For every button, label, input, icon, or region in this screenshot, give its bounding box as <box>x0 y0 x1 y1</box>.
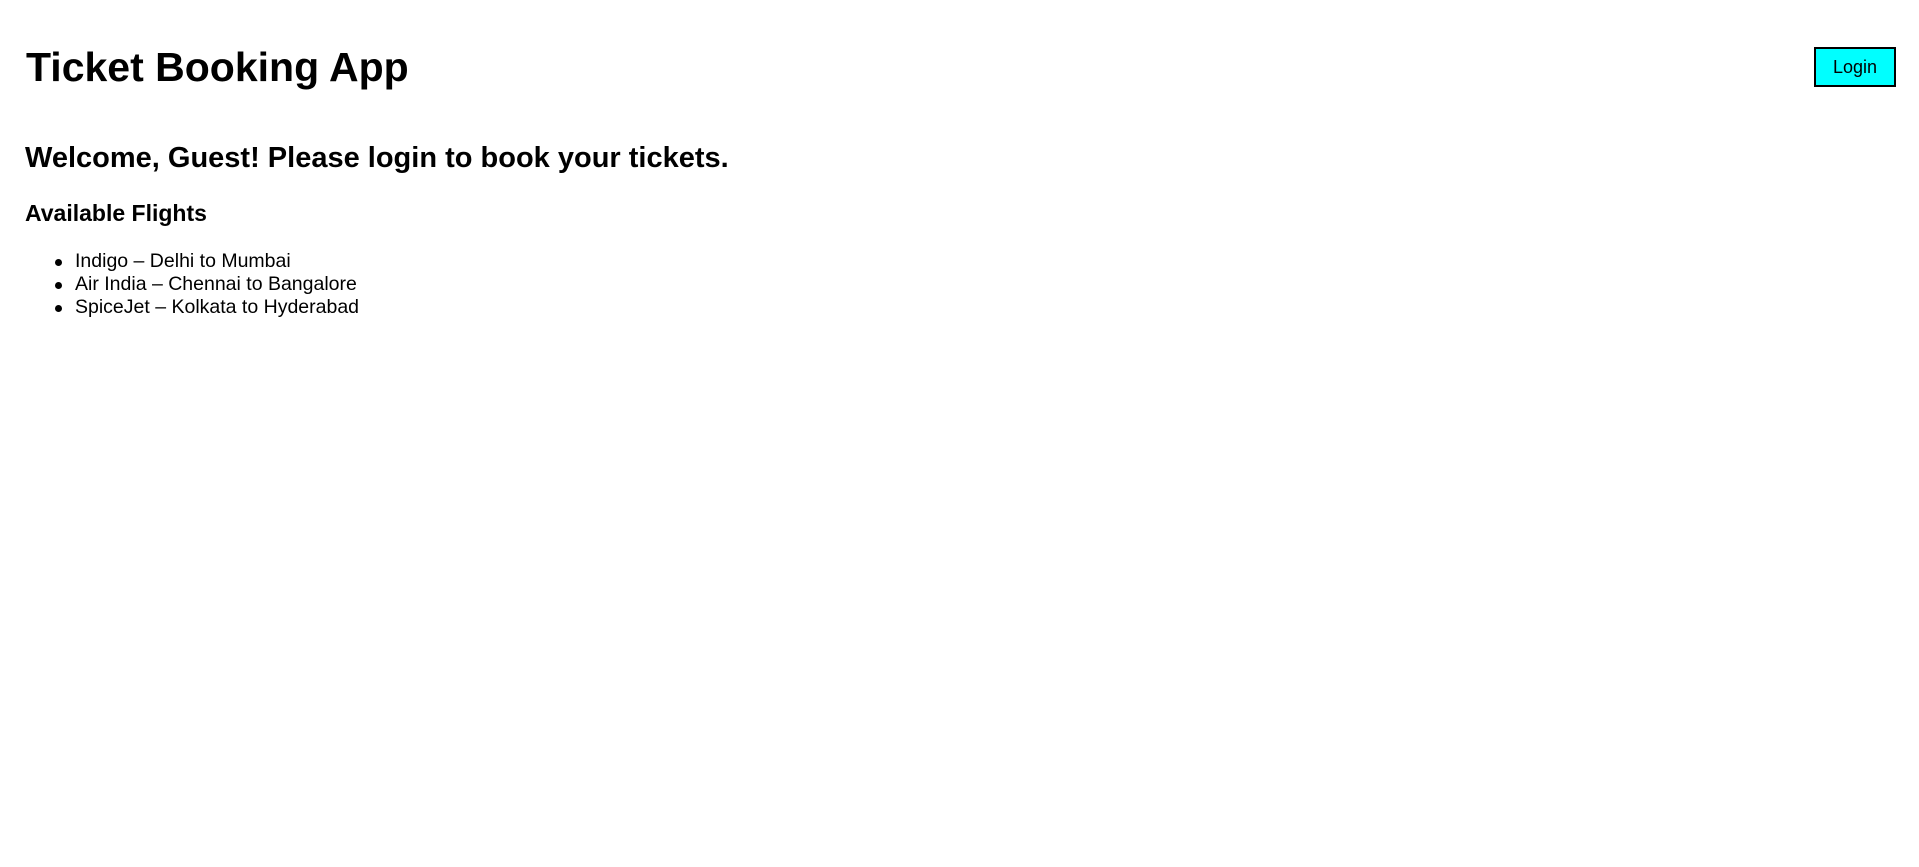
bullet-icon <box>55 259 62 266</box>
flight-list-item: Air India – Chennai to Bangalore <box>55 273 359 296</box>
flight-label: Indigo – Delhi to Mumbai <box>75 250 291 272</box>
flight-label: Air India – Chennai to Bangalore <box>75 273 357 295</box>
welcome-message: Welcome, Guest! Please login to book you… <box>25 142 729 174</box>
flight-label: SpiceJet – Kolkata to Hyderabad <box>75 296 360 318</box>
login-button[interactable]: Login <box>1814 47 1896 87</box>
flight-list: Indigo – Delhi to Mumbai Air India – Che… <box>55 250 360 319</box>
flight-list-item: SpiceJet – Kolkata to Hyderabad <box>55 296 360 319</box>
app-header: Ticket Booking App Login <box>0 0 1919 110</box>
bullet-icon <box>55 305 62 312</box>
bullet-icon <box>55 282 62 289</box>
flight-list-item: Indigo – Delhi to Mumbai <box>55 250 359 273</box>
app-title: Ticket Booking App <box>26 44 409 90</box>
available-flights-heading: Available Flights <box>25 200 207 226</box>
